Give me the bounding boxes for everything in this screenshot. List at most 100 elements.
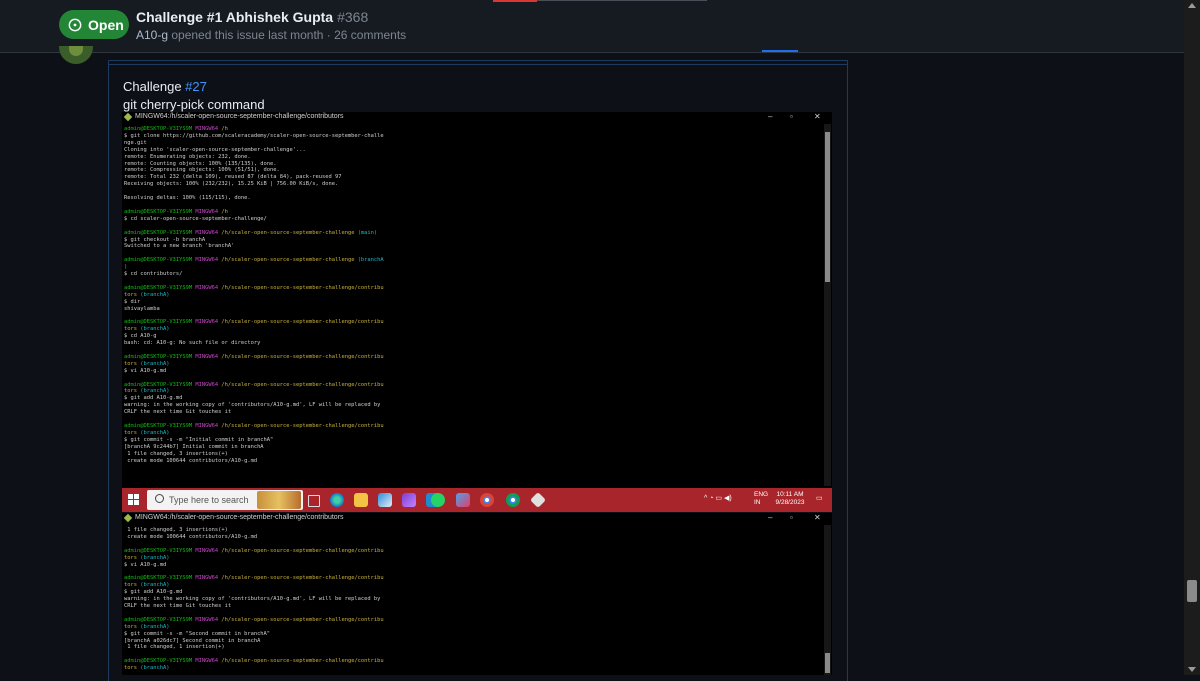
windows-start-icon: [128, 494, 140, 506]
terminal-text: MINGW64: [195, 658, 222, 665]
terminal-text: admin@DESKTOP-V3IYS9M: [124, 616, 196, 623]
terminal-output: admin@DESKTOP-V3IYS9M MINGW64 /h $ git cl…: [124, 126, 819, 486]
terminal-screenshot-1: MINGW64:/h/scaler-open-source-september-…: [122, 112, 832, 488]
terminal-text: (branchA): [140, 429, 170, 436]
snipping-tool-icon: [456, 493, 470, 507]
terminal-text: /h/scaler-open-source-september-challeng…: [221, 353, 384, 360]
terminal-text: (branchA): [140, 665, 170, 672]
terminal-text: MINGW64: [195, 126, 222, 132]
terminal-text: MINGW64: [195, 284, 222, 291]
terminal-text: Resolving deltas: 100% (115/115), done.: [124, 195, 251, 202]
chrome-icon-2: [506, 493, 520, 507]
terminal-title: MINGW64:/h/scaler-open-source-september-…: [135, 113, 344, 120]
terminal-line: nge.git: [124, 140, 819, 147]
minimize-icon: –: [768, 112, 773, 121]
terminal-line: admin@DESKTOP-V3IYS9M MINGW64 /h/scaler-…: [124, 285, 819, 292]
issue-author-link[interactable]: A10-g: [136, 28, 168, 42]
terminal-text: nge.git: [124, 139, 147, 146]
maximize-icon-2: ▫: [790, 513, 793, 522]
terminal-text: (branchA): [140, 360, 170, 367]
header-accent-bar: [493, 0, 537, 2]
terminal-line: tors (branchA): [124, 292, 819, 299]
terminal-text: admin@DESKTOP-V3IYS9M: [124, 126, 196, 132]
terminal-line: admin@DESKTOP-V3IYS9M MINGW64 /h/scaler-…: [124, 230, 819, 237]
terminal-text: $ git add A10-g.md: [124, 589, 183, 596]
terminal-text: MINGW64: [195, 422, 222, 429]
terminal-line: $ cd scaler-open-source-september-challe…: [124, 216, 819, 223]
clock-date: 9/28/2023: [775, 499, 805, 506]
terminal-line: [124, 651, 819, 658]
page-scrollbar[interactable]: [1184, 0, 1200, 675]
terminal-line: [124, 223, 819, 230]
terminal-text: $ git clone https://github.com/scaleraca…: [124, 132, 384, 139]
terminal-scrollbar-thumb-2: [825, 653, 830, 673]
terminal-text: [branchA a026dc7] Second commit in branc…: [124, 637, 261, 644]
header-divider: [537, 0, 707, 1]
comment-heading: Challenge #27: [123, 79, 207, 94]
terminal-text: admin@DESKTOP-V3IYS9M: [124, 381, 196, 388]
taskbar-search-placeholder: Type here to search: [169, 495, 249, 505]
terminal-line: Cloning into 'scaler-open-source-septemb…: [124, 147, 819, 154]
terminal-line: CRLF the next time Git touches it: [124, 409, 819, 416]
clock-time: 10:11 AM: [776, 491, 804, 498]
terminal-line: $ cd contributors/: [124, 271, 819, 278]
terminal-line: [124, 610, 819, 617]
terminal-text: 1 file changed, 3 insertions(+): [124, 450, 228, 457]
git-bash-icon: [123, 112, 133, 122]
search-icon: [155, 494, 164, 503]
terminal-text: admin@DESKTOP-V3IYS9M: [124, 658, 196, 665]
task-view-icon: [308, 495, 320, 507]
issue-meta: A10-g opened this issue last month · 26 …: [136, 28, 406, 42]
terminal-line: $ cd A10-g: [124, 333, 819, 340]
terminal-line: admin@DESKTOP-V3IYS9M MINGW64 /h/scaler-…: [124, 548, 819, 555]
terminal-text: remote: Total 232 (delta 109), reused 87…: [124, 174, 342, 181]
terminal-text: MINGW64: [195, 208, 222, 215]
terminal-text: (branchA): [140, 291, 170, 298]
terminal-text: MINGW64: [195, 229, 222, 236]
status-badge[interactable]: Open: [59, 10, 129, 39]
taskbar-search: Type here to search: [147, 490, 303, 510]
terminal-text: $ git commit -s -m "Initial commit in br…: [124, 436, 274, 443]
terminal-text: /h/scaler-open-source-september-challeng…: [221, 229, 358, 236]
edge-icon: [330, 493, 344, 507]
terminal-line: warning: in the working copy of 'contrib…: [124, 596, 819, 603]
page-scrollbar-thumb[interactable]: [1187, 580, 1197, 602]
close-icon: ✕: [814, 112, 821, 121]
terminal-text: /h/scaler-open-source-september-challeng…: [221, 319, 384, 326]
scroll-up-icon[interactable]: [1188, 3, 1196, 8]
terminal-line: remote: Counting objects: 100% (135/135)…: [124, 161, 819, 168]
terminal-line: admin@DESKTOP-V3IYS9M MINGW64 /h/scaler-…: [124, 354, 819, 361]
terminal-text: /h/scaler-open-source-september-challeng…: [221, 257, 358, 264]
file-explorer-icon: [354, 493, 368, 507]
comment-header: [109, 61, 847, 65]
terminal-text: admin@DESKTOP-V3IYS9M: [124, 422, 196, 429]
terminal-text: create mode 100644 contributors/A10-g.md: [124, 533, 258, 540]
search-highlight-image: [257, 491, 301, 509]
challenge-link[interactable]: #27: [185, 79, 207, 94]
terminal-text: tors: [124, 291, 141, 298]
whatsapp-icon: [431, 493, 445, 507]
taskbar-clock: 10:11 AM 9/28/2023: [773, 491, 807, 507]
avatar[interactable]: [59, 46, 93, 64]
notification-icon: ▭: [816, 495, 823, 502]
tray-icons: ^ ◔ ▭ ◀): [704, 495, 732, 502]
scroll-down-icon[interactable]: [1188, 667, 1196, 672]
terminal-text: /h/scaler-open-source-september-challeng…: [221, 616, 384, 623]
terminal-line: tors (branchA): [124, 665, 819, 672]
terminal-text: $ git checkout -b branchA: [124, 236, 206, 243]
terminal-text: [branchA 9c244b7] Initial commit in bran…: [124, 443, 264, 450]
terminal-line: admin@DESKTOP-V3IYS9M MINGW64 /h/scaler-…: [124, 575, 819, 582]
terminal-text: /h/scaler-open-source-september-challeng…: [221, 658, 384, 665]
chrome-icon: [480, 493, 494, 507]
terminal-text: ): [124, 264, 128, 271]
terminal-line: $ vi A10-g.md: [124, 562, 819, 569]
terminal-text: (branchA): [140, 623, 170, 630]
terminal-text: admin@DESKTOP-V3IYS9M: [124, 208, 196, 215]
terminal-text: 1 file changed, 3 insertions(+): [124, 527, 228, 533]
header-tab-indicator: [762, 50, 798, 52]
terminal-text: $ git add A10-g.md: [124, 395, 183, 402]
terminal-output-2: 1 file changed, 3 insertions(+) create m…: [124, 527, 819, 675]
